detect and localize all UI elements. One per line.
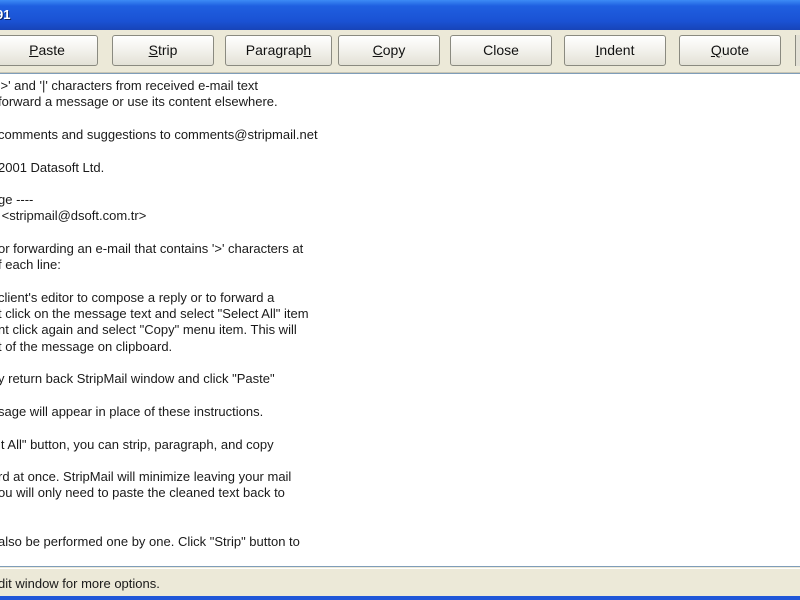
strip-button[interactable]: Strip — [112, 35, 214, 66]
paragraph-button[interactable]: Paragraph — [225, 35, 332, 66]
text-line: comments and suggestions to comments@str… — [0, 127, 318, 142]
text-line: nt click again and select "Copy" menu it… — [0, 322, 297, 337]
quote-button[interactable]: Quote — [679, 35, 781, 66]
text-line: '>' and '|' characters from received e-m… — [0, 78, 259, 93]
text-line: client's editor to compose a reply or to… — [0, 290, 275, 305]
text-line: y return back StripMail window and click… — [0, 371, 275, 386]
text-line: t of the message on clipboard. — [0, 339, 173, 354]
close-button[interactable]: Close — [450, 35, 552, 66]
status-text: dit window for more options. — [0, 576, 160, 591]
status-bar: dit window for more options. — [0, 568, 800, 597]
text-line: forward a message or use its content els… — [0, 94, 278, 109]
text-line: t click on the message text and select "… — [0, 306, 309, 321]
next-button-edge[interactable] — [795, 35, 800, 66]
text-line: lt All" button, you can strip, paragraph… — [0, 437, 274, 452]
paste-button[interactable]: Paste — [0, 35, 98, 66]
title-bar: 91 — [0, 0, 800, 30]
text-line: sage will appear in place of these instr… — [0, 404, 264, 419]
text-line: ge ---- — [0, 192, 34, 207]
window-title: 91 — [0, 7, 11, 22]
text-line: or forwarding an e-mail that contains '>… — [0, 241, 304, 256]
window-bottom-border — [0, 596, 800, 600]
text-line: rd at once. StripMail will minimize leav… — [0, 469, 292, 484]
text-line: f each line: — [0, 257, 61, 272]
text-line: <stripmail@dsoft.com.tr> — [0, 208, 147, 223]
toolbar: Paste Strip Paragraph Copy Close Indent … — [0, 30, 800, 73]
text-line: ou will only need to paste the cleaned t… — [0, 485, 285, 500]
copy-button[interactable]: Copy — [338, 35, 440, 66]
text-line: also be performed one by one. Click "Str… — [0, 534, 300, 549]
message-text-area[interactable]: '>' and '|' characters from received e-m… — [0, 73, 800, 567]
indent-button[interactable]: Indent — [564, 35, 666, 66]
text-line: 2001 Datasoft Ltd. — [0, 160, 105, 175]
